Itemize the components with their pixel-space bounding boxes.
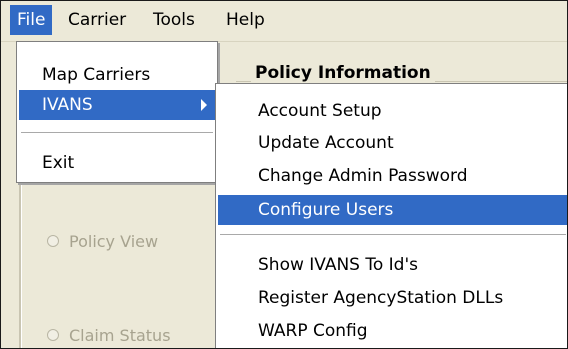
menu-item-label: Exit xyxy=(42,153,75,173)
menu-item-label: Map Carriers xyxy=(42,65,151,85)
menu-help[interactable]: Help xyxy=(219,5,272,35)
menu-carrier-label: Carrier xyxy=(68,10,127,30)
menu-item-exit[interactable]: Exit xyxy=(19,148,215,178)
menu-tools[interactable]: Tools xyxy=(146,5,202,35)
radio-button-icon xyxy=(47,329,59,341)
submenu-arrow-icon xyxy=(201,99,207,111)
menu-item-show-ivans-to-ids[interactable]: Show IVANS To Id's xyxy=(218,250,567,280)
menu-item-label: Change Admin Password xyxy=(258,166,468,186)
ivans-submenu: Account Setup Update Account Change Admi… xyxy=(215,83,567,348)
menu-item-map-carriers[interactable]: Map Carriers xyxy=(19,60,215,90)
menu-file[interactable]: File xyxy=(10,5,53,35)
menu-item-label: Show IVANS To Id's xyxy=(258,255,419,275)
group-box-title: Policy Information xyxy=(251,63,435,83)
menu-item-label: Account Setup xyxy=(258,101,382,121)
file-dropdown-menu: Map Carriers IVANS Exit xyxy=(16,41,218,183)
menu-item-change-admin-password[interactable]: Change Admin Password xyxy=(218,161,567,191)
menu-item-label: Configure Users xyxy=(258,200,394,220)
menu-item-label: IVANS xyxy=(42,95,93,115)
menu-item-account-setup[interactable]: Account Setup xyxy=(218,96,567,126)
menu-separator xyxy=(220,234,566,236)
menu-item-warp-config[interactable]: WARP Config xyxy=(218,316,567,346)
menu-separator xyxy=(21,132,213,134)
menu-item-configure-users[interactable]: Configure Users xyxy=(218,195,567,225)
menu-tools-label: Tools xyxy=(153,10,195,30)
menu-item-update-account[interactable]: Update Account xyxy=(218,128,567,158)
radio-claim-status[interactable]: Claim Status xyxy=(47,323,171,347)
menu-item-label: Update Account xyxy=(258,133,394,153)
menu-item-label: WARP Config xyxy=(258,321,368,341)
application-window: File Carrier Tools Help Policy Informati… xyxy=(0,0,568,349)
menu-file-label: File xyxy=(17,10,46,30)
radio-button-icon xyxy=(47,235,59,247)
menu-bar: File Carrier Tools Help xyxy=(1,1,567,42)
menu-item-register-agencystation-dlls[interactable]: Register AgencyStation DLLs xyxy=(218,283,567,313)
radio-claim-status-label: Claim Status xyxy=(69,325,171,345)
menu-help-label: Help xyxy=(226,10,265,30)
menu-item-label: Register AgencyStation DLLs xyxy=(258,288,504,308)
radio-policy-view-label: Policy View xyxy=(69,231,159,251)
menu-carrier[interactable]: Carrier xyxy=(61,5,133,35)
menu-item-ivans[interactable]: IVANS xyxy=(19,90,215,120)
radio-policy-view[interactable]: Policy View xyxy=(47,229,158,253)
